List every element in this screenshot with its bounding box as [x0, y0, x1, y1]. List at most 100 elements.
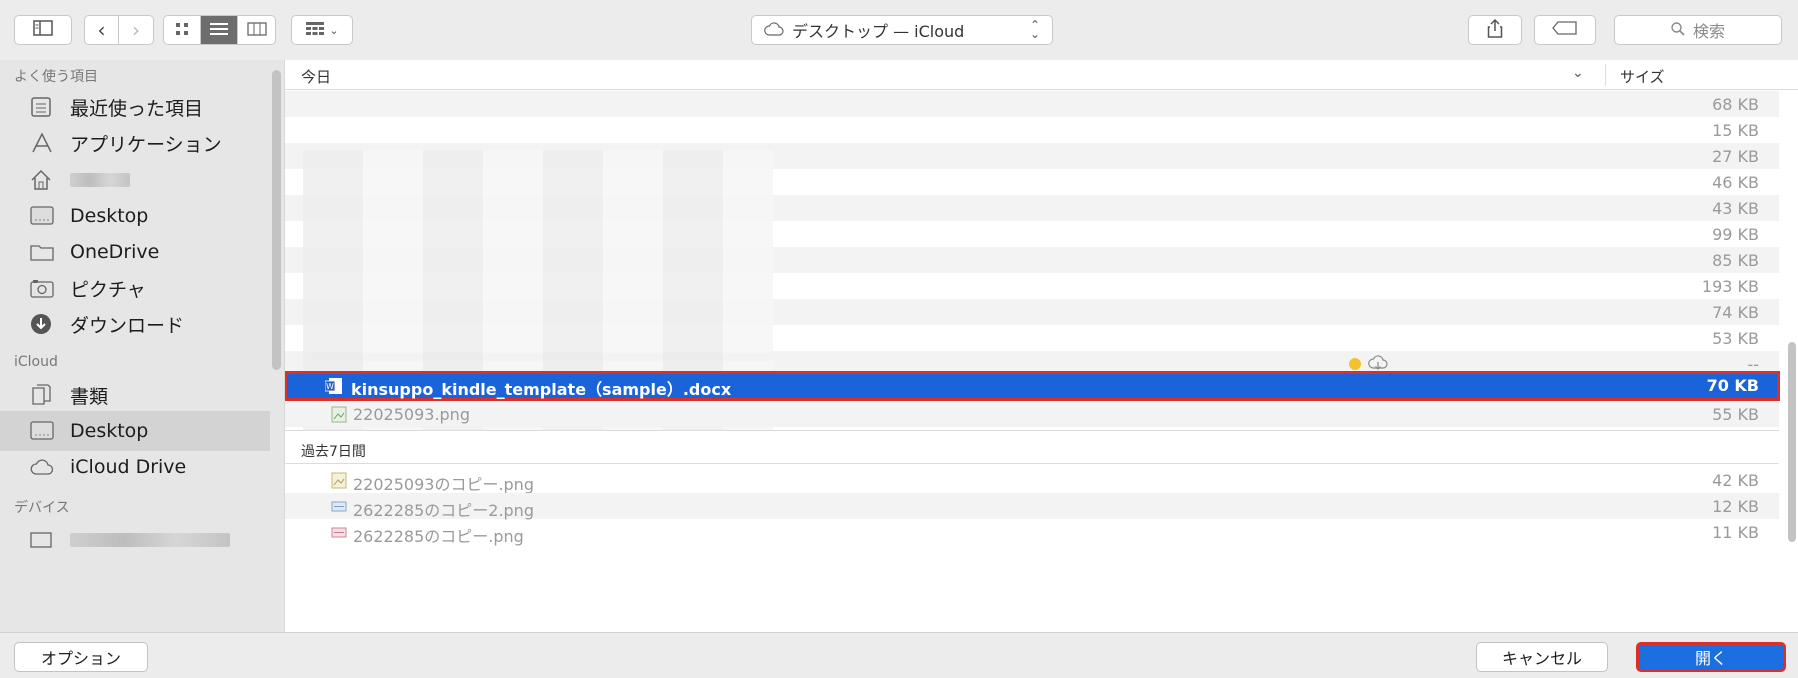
desktop-folder-icon	[30, 204, 60, 228]
file-size: 53 KB	[1712, 329, 1759, 348]
desktop-folder-icon	[30, 419, 60, 443]
sidebar-item-device[interactable]	[0, 520, 270, 560]
sidebar-item-icloud-drive[interactable]: iCloud Drive	[0, 447, 270, 487]
image-file-icon	[331, 498, 347, 515]
sidebar-item-label: ピクチャ	[70, 278, 146, 301]
grid-icon	[175, 21, 189, 40]
blurred-label	[70, 173, 130, 187]
file-name: 2622285のコピー2.png	[353, 501, 534, 520]
list-scrollbar[interactable]	[1788, 342, 1796, 542]
sidebar-item-applications[interactable]: アプリケーション	[0, 123, 270, 163]
view-mode-control	[163, 15, 276, 45]
image-file-icon	[331, 524, 347, 541]
columns-icon	[246, 21, 267, 40]
blurred-label	[70, 533, 230, 547]
file-row[interactable]: 22025093のコピー.png 42 KB	[285, 467, 1779, 494]
sidebar-item-desktop[interactable]: Desktop	[0, 196, 270, 236]
file-size: 85 KB	[1712, 251, 1759, 270]
cloud-icon	[30, 455, 60, 479]
grid-group-icon	[305, 21, 325, 39]
documents-icon	[30, 383, 60, 407]
file-row[interactable]: 15 KB	[285, 117, 1779, 143]
search-icon	[1671, 21, 1685, 40]
toolbar: ‹ › ⌄ デスクトップ — iCloud ⌃ ⌄ 検索	[0, 0, 1798, 60]
sidebar-item-label: 最近使った項目	[70, 97, 204, 120]
sidebar-item-icloud-desktop[interactable]: Desktop	[0, 411, 270, 451]
open-file-dialog: ‹ › ⌄ デスクトップ — iCloud ⌃ ⌄ 検索 よく使う項目 最近使っ…	[0, 0, 1798, 678]
sidebar-item-label: アプリケーション	[70, 133, 222, 156]
recents-icon	[30, 95, 60, 119]
sidebar-item-home[interactable]	[0, 160, 270, 200]
file-size: 12 KB	[1712, 497, 1759, 516]
file-size: 43 KB	[1712, 199, 1759, 218]
sidebar-toggle-button[interactable]	[14, 15, 72, 45]
file-name: kinsuppo_kindle_template（sample）.docx	[351, 380, 732, 399]
sidebar-item-downloads[interactable]: ダウンロード	[0, 304, 270, 344]
share-button[interactable]	[1468, 15, 1522, 45]
file-size: 70 KB	[1706, 376, 1759, 395]
location-label: デスクトップ — iCloud	[792, 22, 965, 41]
group-divider	[285, 430, 1779, 431]
sidebar-item-label: Desktop	[70, 205, 149, 227]
home-icon	[30, 168, 60, 192]
computer-icon	[30, 528, 60, 552]
chevron-right-icon: ›	[132, 18, 140, 42]
open-button[interactable]: 開く	[1636, 642, 1786, 672]
column-separator	[1605, 64, 1606, 86]
file-size: 193 KB	[1701, 277, 1759, 296]
file-name: 22025093.png	[353, 405, 470, 424]
forward-button[interactable]: ›	[119, 16, 153, 44]
folder-icon	[30, 240, 60, 264]
sidebar-scrollbar[interactable]	[272, 70, 281, 370]
cloud-icon	[764, 21, 784, 40]
sidebar-item-onedrive[interactable]: OneDrive	[0, 232, 270, 272]
download-icon	[30, 312, 60, 336]
chevron-down-icon[interactable]: ⌄	[1572, 65, 1584, 81]
sidebar-item-label: 書類	[70, 385, 109, 408]
options-button[interactable]: オプション	[14, 642, 148, 672]
search-field[interactable]: 検索	[1614, 15, 1782, 45]
sidebar-section-favorites: よく使う項目	[14, 69, 98, 85]
size-column-header[interactable]: サイズ	[1620, 66, 1665, 87]
file-row[interactable]: 22025093.png 55 KB	[285, 401, 1779, 427]
file-size: 27 KB	[1712, 147, 1759, 166]
file-size: 68 KB	[1712, 95, 1759, 114]
sidebar-item-label: Desktop	[70, 420, 149, 442]
chevron-left-icon: ‹	[97, 18, 106, 42]
column-view-button[interactable]	[238, 16, 275, 44]
file-size: 42 KB	[1712, 471, 1759, 490]
nav-buttons: ‹ ›	[84, 15, 154, 45]
icon-view-button[interactable]	[164, 16, 201, 44]
cancel-button[interactable]: キャンセル	[1476, 642, 1608, 672]
search-placeholder: 検索	[1692, 22, 1725, 41]
sidebar-item-recents[interactable]: 最近使った項目	[0, 87, 270, 127]
file-row[interactable]: 68 KB	[285, 91, 1779, 117]
svg-text:W: W	[326, 382, 334, 391]
back-button[interactable]: ‹	[85, 16, 119, 44]
group-menu-button[interactable]: ⌄	[291, 15, 353, 45]
group-header-today: 今日	[301, 68, 332, 86]
file-row-selected[interactable]: W kinsuppo_kindle_template（sample）.docx …	[285, 371, 1780, 401]
sidebar-item-pictures[interactable]: ピクチャ	[0, 268, 270, 308]
location-popup[interactable]: デスクトップ — iCloud ⌃ ⌄	[751, 15, 1053, 45]
file-size: 46 KB	[1712, 173, 1759, 192]
sidebar-item-documents[interactable]: 書類	[0, 375, 270, 415]
sidebar-section-devices: デバイス	[14, 500, 70, 516]
list-icon	[210, 21, 228, 40]
updown-chevron-icon: ⌃ ⌄	[1029, 18, 1040, 41]
sidebar: よく使う項目 最近使った項目 アプリケーション Desktop OneDrive…	[0, 60, 284, 632]
group-divider	[285, 463, 1779, 464]
file-row[interactable]: 2622285のコピー2.png 12 KB	[285, 493, 1779, 520]
sidebar-section-icloud: iCloud	[14, 354, 58, 370]
file-size: 55 KB	[1712, 405, 1759, 424]
status-dot-icon	[1349, 358, 1361, 370]
bottom-bar: オプション キャンセル 開く	[0, 632, 1798, 678]
file-row[interactable]: 2622285のコピー.png 11 KB	[285, 519, 1779, 546]
tags-button[interactable]	[1534, 15, 1596, 45]
list-header: 今日 ⌄ サイズ	[285, 60, 1798, 90]
file-size: 74 KB	[1712, 303, 1759, 322]
sidebar-item-label: OneDrive	[70, 241, 160, 263]
tag-icon	[1552, 21, 1578, 39]
list-view-button[interactable]	[201, 16, 238, 44]
sidebar-icon	[33, 20, 53, 40]
